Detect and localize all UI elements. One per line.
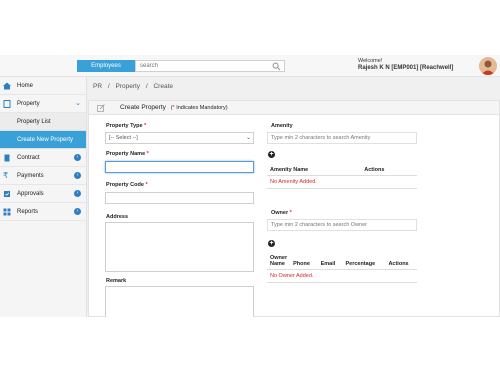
search-box	[135, 60, 285, 72]
sidebar-item-payments[interactable]: ₹ Payments ›	[0, 167, 86, 185]
breadcrumb-pr[interactable]: PR	[93, 83, 102, 90]
breadcrumb: PR / Property / Create	[93, 83, 177, 90]
owner-table: Owner Name Phone Email Percentage Action…	[267, 253, 417, 283]
welcome-text: Welcome!	[358, 58, 383, 64]
sidebar-item-approvals[interactable]: Approvals ›	[0, 185, 86, 203]
sidebar-item-reports[interactable]: Reports ›	[0, 203, 86, 221]
panel-header: Create Property (* Indicates Mandatory)	[89, 101, 499, 115]
sidebar-item-label: Reports	[17, 209, 39, 215]
sidebar-item-label: Home	[17, 83, 34, 89]
grid-icon	[3, 208, 11, 216]
property-name-field[interactable]	[105, 161, 254, 173]
sidebar-item-create-new-property[interactable]: Create New Property	[0, 131, 86, 149]
sidebar-item-property-list[interactable]: Property List	[0, 113, 86, 131]
empty-row: No Owner Added.	[267, 269, 417, 283]
owner-label: Owner *	[271, 210, 292, 216]
add-owner-icon[interactable]: +	[268, 240, 275, 247]
amenity-label: Amenity	[271, 123, 293, 129]
search-scope-button[interactable]: Employees	[77, 60, 135, 72]
column-header: Percentage	[342, 253, 386, 270]
document-icon	[4, 154, 10, 162]
user-info: Welcome! Rajesh K N [EMP001] [Reachwell]	[358, 58, 473, 71]
column-header: Phone	[290, 253, 318, 270]
edit-icon	[97, 104, 105, 112]
column-header: Actions	[361, 165, 417, 176]
address-label: Address	[106, 214, 129, 220]
column-header: Owner Name	[267, 253, 291, 270]
sidebar-item-label: Payments	[17, 173, 44, 179]
owner-search-input[interactable]	[267, 219, 417, 231]
breadcrumb-separator: /	[107, 83, 110, 90]
app-window: Employees Welcome! Rajesh K N [EMP001] […	[0, 55, 500, 317]
property-code-field[interactable]	[105, 192, 254, 204]
sidebar-item-home[interactable]: Home	[0, 77, 86, 95]
rupee-icon: ₹	[3, 171, 9, 180]
top-header: Employees Welcome! Rajesh K N [EMP001] […	[0, 55, 500, 77]
sidebar-item-label: Contract	[17, 155, 40, 161]
property-name-label: Property Name *	[106, 151, 149, 157]
sidebar-item-contract[interactable]: Contract ›	[0, 149, 86, 167]
mandatory-note: (* Indicates Mandatory)	[170, 105, 228, 111]
column-header: Actions	[385, 253, 417, 270]
search-icon[interactable]	[272, 62, 281, 71]
expand-icon: ›	[74, 172, 81, 179]
home-icon	[3, 82, 11, 90]
column-header: Amenity Name	[267, 165, 362, 176]
avatar[interactable]	[479, 57, 497, 75]
property-code-label: Property Code *	[106, 182, 148, 188]
expand-icon: ›	[74, 154, 81, 161]
empty-row: No Amenity Added.	[267, 175, 417, 189]
expand-icon: ›	[74, 190, 81, 197]
property-type-label: Property Type *	[106, 123, 147, 129]
sidebar-item-property[interactable]: Property ⌄	[0, 95, 86, 113]
sidebar: Home Property ⌄ Property List Create New…	[0, 77, 87, 317]
create-property-panel: Create Property (* Indicates Mandatory) …	[88, 100, 500, 317]
chevron-down-icon: ⌄	[245, 135, 251, 141]
user-name: Rajesh K N [EMP001] [Reachwell]	[358, 65, 454, 71]
amenity-table: Amenity Name Actions No Amenity Added.	[267, 165, 417, 189]
breadcrumb-create: Create	[153, 83, 173, 90]
page-title: Create Property (* Indicates Mandatory)	[120, 104, 228, 111]
column-header: Email	[317, 253, 343, 270]
search-input[interactable]	[136, 61, 266, 71]
address-textarea[interactable]	[105, 222, 254, 272]
breadcrumb-separator: /	[145, 83, 148, 90]
chevron-down-icon: ⌄	[75, 100, 81, 107]
sidebar-item-label: Approvals	[17, 191, 44, 197]
sidebar-item-label: Property	[17, 101, 40, 107]
building-icon	[3, 100, 11, 108]
expand-icon: ›	[74, 208, 81, 215]
breadcrumb-property[interactable]: Property	[115, 83, 140, 90]
remark-label: Remark	[106, 278, 127, 284]
add-amenity-icon[interactable]: +	[268, 151, 275, 158]
amenity-search-input[interactable]	[267, 132, 417, 144]
remark-textarea[interactable]	[105, 286, 254, 317]
property-type-select[interactable]: [-- Select --] ⌄	[105, 132, 254, 144]
approval-icon	[4, 191, 10, 197]
